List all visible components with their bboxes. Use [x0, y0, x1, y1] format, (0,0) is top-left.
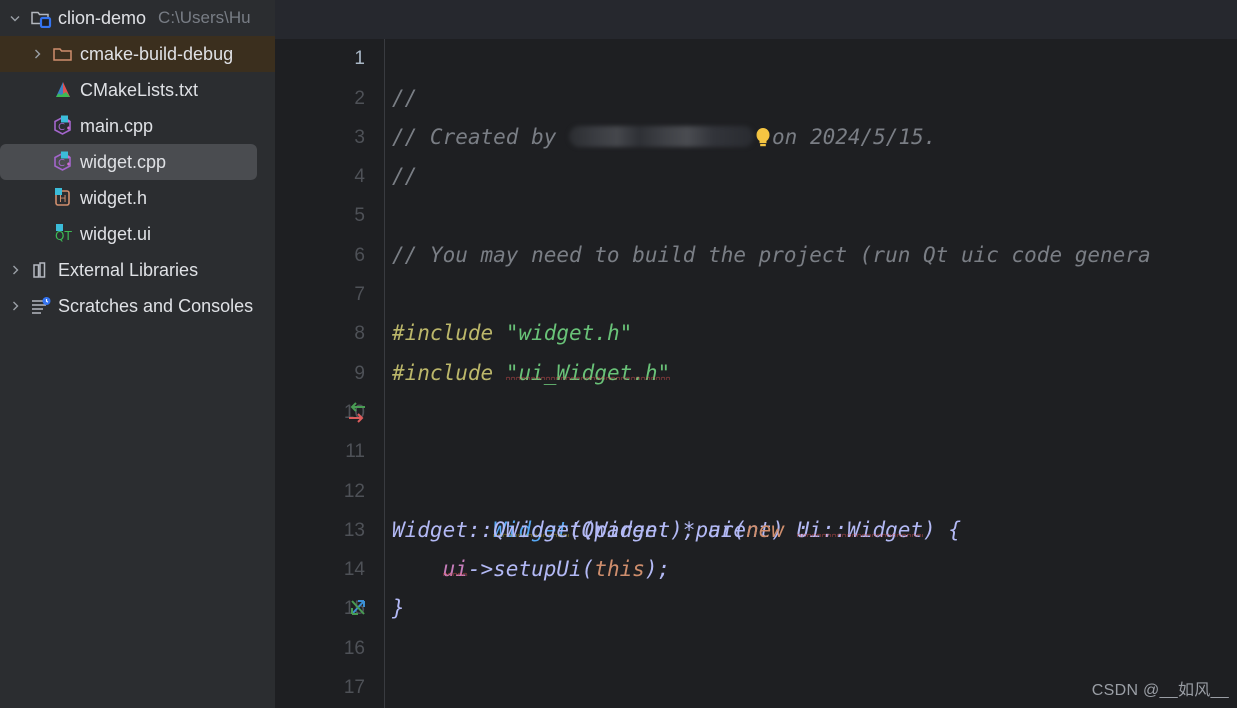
project-tool-window[interactable]: clion-demo C:\Users\Hu cmake-build-debug [0, 0, 275, 708]
svg-text:H: H [59, 194, 67, 205]
sidebar-item-external-libraries[interactable]: External Libraries [0, 252, 275, 288]
editor-line-8[interactable]: 8 #include "ui_Widget.h" [275, 275, 1237, 384]
sidebar-item-label: CMakeLists.txt [80, 79, 199, 100]
editor-line-13[interactable]: 13 ui->setupUi(this); [275, 472, 1237, 581]
code-editor[interactable]: 1 // 2 // Created by on 2024/5/15. 3 // … [275, 0, 1237, 708]
folder-icon [48, 44, 78, 64]
implemented-declaration-icon[interactable] [345, 589, 371, 628]
ide-window: clion-demo C:\Users\Hu cmake-build-debug [0, 0, 1237, 708]
chevron-right-icon[interactable] [4, 264, 26, 276]
editor-line-7[interactable]: 7 #include "widget.h" [275, 236, 1237, 345]
chevron-right-icon[interactable] [26, 48, 48, 60]
editor-line-14[interactable]: 14 } [275, 511, 1237, 620]
sidebar-item-label: Scratches and Consoles [58, 295, 254, 316]
project-path: C:\Users\Hu [158, 8, 251, 27]
sidebar-item-scratches-and-consoles[interactable]: Scratches and Consoles [0, 288, 275, 324]
sidebar-item-widget-h[interactable]: H widget.h [0, 180, 275, 216]
overriding-method-arrows-icon[interactable] [345, 393, 371, 432]
editor-line-15[interactable]: 15 [275, 550, 1237, 619]
editor-line-11[interactable]: 11 Widget::Widget(QWidget *parent) : [275, 393, 1237, 542]
editor-line-10[interactable]: 10 [275, 354, 1237, 423]
editor-line-4[interactable]: 4 [275, 118, 1237, 187]
chevron-right-icon[interactable] [4, 300, 26, 312]
sidebar-item-label: External Libraries [58, 259, 199, 280]
sidebar-item-label: widget.ui [80, 223, 152, 244]
svg-text:C: C [58, 122, 65, 133]
project-root-row[interactable]: clion-demo C:\Users\Hu [0, 0, 275, 36]
editor-line-17[interactable]: 17 delete ui; [275, 629, 1237, 698]
editor-line-16[interactable]: 16 Widget::~Widget() { [275, 589, 1237, 659]
scratches-icon [26, 295, 56, 317]
sidebar-item-label: cmake-build-debug [80, 43, 234, 64]
chevron-down-icon[interactable] [4, 12, 26, 24]
project-folder-icon [26, 8, 56, 28]
cmake-file-icon [48, 79, 78, 101]
svg-text:C: C [58, 158, 65, 169]
editor-line-12[interactable]: 12 QWidget(parent), ui(new Ui::Widget) { [275, 432, 1237, 542]
sidebar-item-widget-ui[interactable]: QT widget.ui [0, 216, 275, 252]
cpp-file-icon: C [48, 114, 78, 138]
project-name: clion-demo [58, 7, 147, 28]
editor-line-2[interactable]: 2 // Created by on 2024/5/15. [275, 39, 1237, 149]
sidebar-item-main-cpp[interactable]: C main.cpp [0, 108, 275, 144]
editor-line-1[interactable]: 1 // [275, 0, 1237, 110]
watermark: CSDN @__如风__ [1091, 682, 1229, 699]
sidebar-item-widget-cpp[interactable]: C widget.cpp [0, 144, 257, 180]
sidebar-item-label: main.cpp [80, 115, 154, 136]
qt-ui-file-icon: QT [48, 222, 78, 246]
sidebar-item-cmake-build-debug[interactable]: cmake-build-debug [0, 36, 275, 72]
cpp-file-icon: C [48, 150, 78, 174]
sidebar-item-label: widget.cpp [80, 151, 167, 172]
sidebar-item-cmakelists[interactable]: CMakeLists.txt [0, 72, 275, 108]
header-file-icon: H [48, 186, 78, 210]
editor-line-9[interactable]: 9 [275, 314, 1237, 384]
sidebar-item-label: widget.h [80, 187, 148, 208]
svg-text:QT: QT [55, 229, 72, 243]
libraries-icon [26, 260, 56, 280]
editor-line-3[interactable]: 3 // [275, 79, 1237, 188]
editor-line-5[interactable]: 5 // You may need to build the project (… [275, 157, 1237, 266]
editor-line-6[interactable]: 6 [275, 196, 1237, 266]
